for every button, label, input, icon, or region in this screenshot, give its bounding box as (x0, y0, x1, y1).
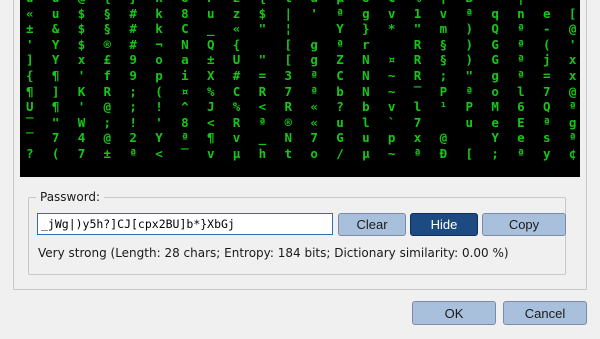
password-strength-text: Very strong (Length: 28 chars; Entropy: … (38, 246, 509, 260)
copy-button[interactable]: Copy (482, 213, 566, 236)
cancel-button[interactable]: Cancel (503, 301, 587, 325)
hide-button[interactable]: Hide (410, 213, 478, 236)
clear-button[interactable]: Clear (338, 213, 406, 236)
matrix-characters: u u @ { } k 8 F z { l d µ 8 C % ¡ B ^ | … (26, 0, 580, 161)
password-input[interactable] (37, 213, 333, 235)
password-group-box (28, 197, 566, 275)
password-group-label: Password: (36, 190, 105, 204)
random-char-matrix: u u @ { } k 8 F z { l d µ 8 C % ¡ B ^ | … (20, 0, 580, 177)
ok-button[interactable]: OK (412, 301, 496, 325)
